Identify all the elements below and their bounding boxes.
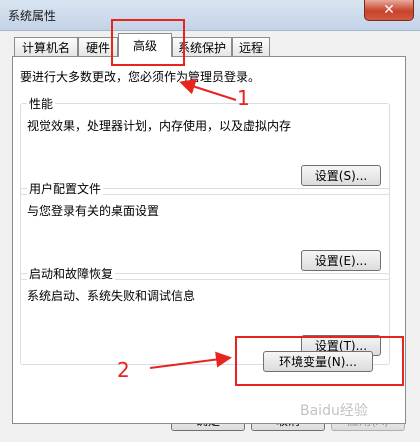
- watermark: Baidu经验: [300, 403, 368, 419]
- annotation-arrows: [149, 79, 237, 369]
- step-number-1: 1: [237, 86, 250, 110]
- arrow-to-advanced-tab: [179, 79, 237, 101]
- arrow-to-env-variables: [149, 351, 232, 369]
- step-number-2: 2: [117, 358, 130, 382]
